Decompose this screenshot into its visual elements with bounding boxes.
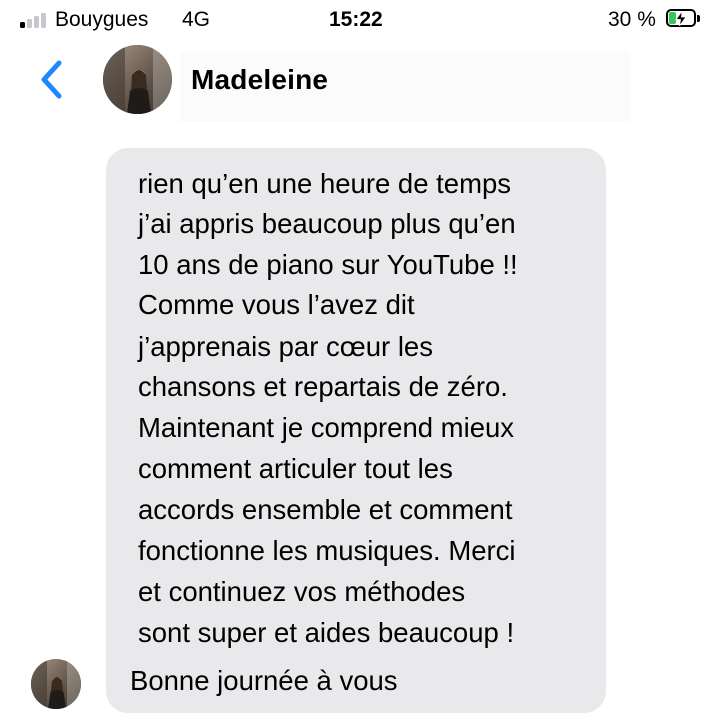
back-button[interactable] [32,58,72,102]
battery-icon [666,9,702,29]
message-line: j’ai appris beaucoup plus qu’en [138,208,516,239]
signal-strength-icon [20,12,50,28]
message-bubble[interactable]: rien qu’en une heure de temps j’ai appri… [106,148,606,713]
message-line: accords ensemble et comment [138,494,513,525]
message-line: fonctionne les musiques. Merci [138,535,516,566]
message-line: rien qu’en une heure de temps [138,168,512,199]
message-line: et continuez vos méthodes [138,576,466,607]
contact-avatar[interactable] [103,45,172,114]
message-line: sont super et aides beaucoup ! [138,617,515,648]
carrier-name: Bouygues [55,8,149,31]
message-line: j’apprenais par cœur les [138,331,433,362]
chevron-left-icon [41,60,62,99]
status-bar: Bouygues 4G 15:22 30 % [0,0,715,40]
message-line: 10 ans de piano sur YouTube !! [138,249,518,280]
message-line: Comme vous l’avez dit [138,289,415,320]
sender-avatar[interactable] [31,659,81,709]
contact-name[interactable]: Madeleine [191,62,328,98]
charging-bolt-icon [675,11,687,26]
status-time: 15:22 [329,8,383,31]
message-line: chansons et repartais de zéro. [138,371,508,402]
battery-percentage: 30 % [608,8,656,31]
message-line: Maintenant je comprend mieux [138,412,515,443]
network-type: 4G [182,8,211,31]
message-line: Bonne journée à vous [130,665,398,696]
message-line: comment articuler tout les [138,453,453,484]
